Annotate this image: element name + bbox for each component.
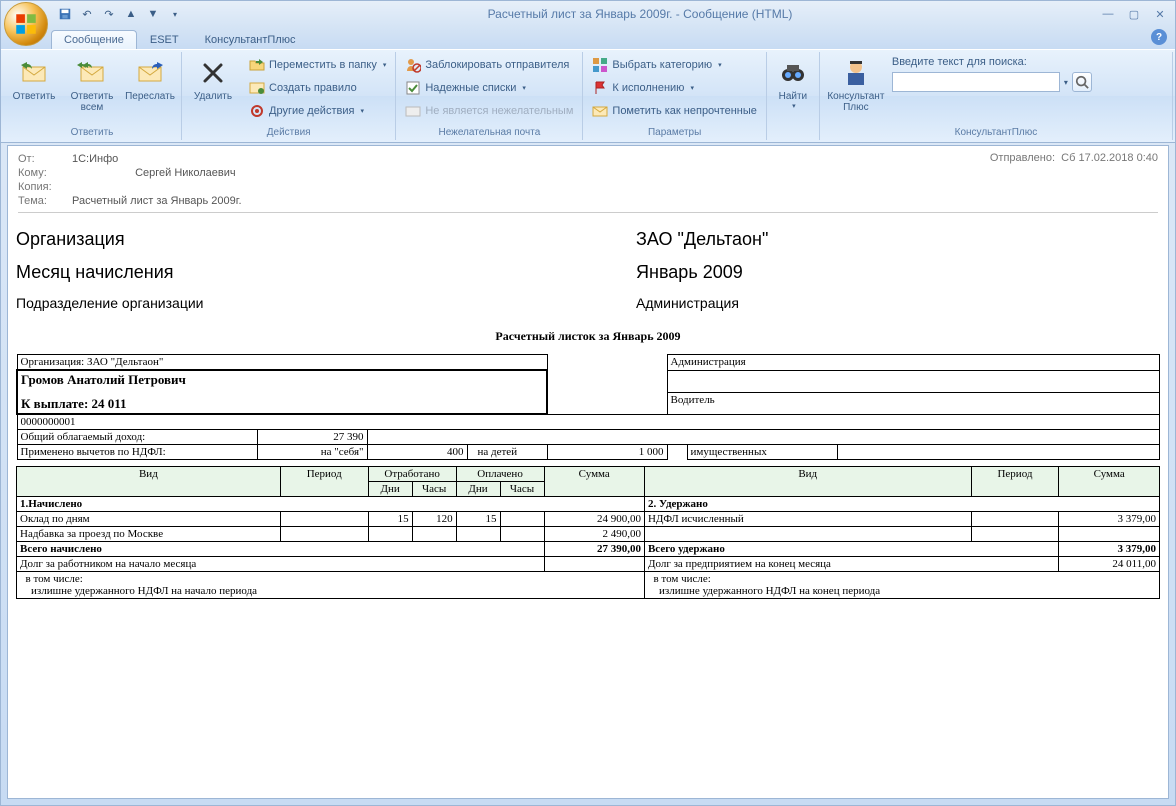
save-icon[interactable] <box>57 6 73 22</box>
payroll-table: Вид Период Отработано Оплачено Сумма Вид… <box>16 466 1160 599</box>
maximize-button[interactable]: ▢ <box>1123 6 1145 22</box>
not-junk-button: Не является нежелательным <box>400 100 578 122</box>
flag-icon <box>592 80 608 96</box>
search-label: Введите текст для поиска: <box>892 56 1092 68</box>
safe-lists-button[interactable]: Надежные списки▾ <box>400 77 578 99</box>
group-actions-title: Действия <box>186 125 391 140</box>
forward-icon <box>134 57 166 89</box>
window-title: Расчетный лист за Январь 2009г. - Сообще… <box>183 7 1097 21</box>
unread-icon <box>592 103 608 119</box>
ribbon: Ответить Ответить всем Переслать Ответит… <box>1 49 1175 143</box>
block-icon <box>405 57 421 73</box>
other-actions-button[interactable]: Другие действия▾ <box>244 100 391 122</box>
cc-label: Копия: <box>18 181 72 193</box>
tab-eset[interactable]: ESET <box>137 30 192 49</box>
reply-all-button[interactable]: Ответить всем <box>65 54 119 125</box>
search-input[interactable] <box>892 72 1060 92</box>
message-area: От:1С:Инфо Отправлено: Сб 17.02.2018 0:4… <box>7 145 1169 799</box>
undo-icon[interactable]: ↶ <box>79 6 95 22</box>
subject-label: Тема: <box>18 195 72 207</box>
to-value: Сергей Николаевич <box>135 167 236 179</box>
subject-value: Расчетный лист за Январь 2009г. <box>72 195 242 207</box>
category-icon <box>592 57 608 73</box>
consultant-button[interactable]: Консультант Плюс <box>824 54 888 125</box>
find-button[interactable]: Найти▾ <box>771 54 815 125</box>
reply-all-icon <box>76 57 108 89</box>
sent-value: Сб 17.02.2018 0:40 <box>1061 152 1158 164</box>
close-button[interactable]: ✕ <box>1149 6 1171 22</box>
title-bar: ↶ ↷ ▲ ▼ ▾ Расчетный лист за Январь 2009г… <box>1 1 1175 27</box>
reply-button[interactable]: Ответить <box>7 54 61 125</box>
followup-button[interactable]: К исполнению▾ <box>587 77 761 99</box>
mark-unread-button[interactable]: Пометить как непрочтенные <box>587 100 761 122</box>
select-category-button[interactable]: Выбрать категорию▾ <box>587 54 761 76</box>
consultant-icon <box>840 57 872 89</box>
create-rule-button[interactable]: Создать правило <box>244 77 391 99</box>
forward-button[interactable]: Переслать <box>123 54 177 125</box>
document-header: ОрганизацияЗАО "Дельтаон" Месяц начислен… <box>16 229 1160 311</box>
search-go-button[interactable] <box>1072 72 1092 92</box>
redo-icon[interactable]: ↷ <box>101 6 117 22</box>
reply-icon <box>18 57 50 89</box>
block-sender-button[interactable]: Заблокировать отправителя <box>400 54 578 76</box>
safe-list-icon <box>405 80 421 96</box>
search-dropdown-icon[interactable]: ▾ <box>1064 78 1068 87</box>
delete-icon <box>197 57 229 89</box>
message-headers: От:1С:Инфо Отправлено: Сб 17.02.2018 0:4… <box>8 146 1168 219</box>
qat-dropdown-icon[interactable]: ▾ <box>167 6 183 22</box>
group-consultant-title: КонсультантПлюс <box>824 125 1168 140</box>
binoculars-icon <box>777 57 809 89</box>
folder-move-icon <box>249 57 265 73</box>
ribbon-tabs: Сообщение ESET КонсультантПлюс ? <box>1 27 1175 49</box>
next-icon[interactable]: ▼ <box>145 6 161 22</box>
group-params-title: Параметры <box>587 125 761 140</box>
envelope-icon <box>405 103 421 119</box>
group-reply-title: Ответить <box>7 125 177 140</box>
info-table: Организация: ЗАО "Дельтаон" Администраци… <box>16 354 1160 460</box>
delete-button[interactable]: Удалить <box>186 54 240 125</box>
slip-title: Расчетный листок за Январь 2009 <box>16 329 1160 344</box>
help-button[interactable]: ? <box>1151 29 1167 45</box>
prev-icon[interactable]: ▲ <box>123 6 139 22</box>
from-label: От: <box>18 153 72 165</box>
office-button[interactable] <box>4 2 48 46</box>
group-junk-title: Нежелательная почта <box>400 125 578 140</box>
tab-message[interactable]: Сообщение <box>51 30 137 49</box>
move-to-folder-button[interactable]: Переместить в папку▾ <box>244 54 391 76</box>
gear-icon <box>249 103 265 119</box>
minimize-button[interactable]: — <box>1097 6 1119 22</box>
to-redacted <box>72 167 135 179</box>
from-value: 1С:Инфо <box>72 153 118 165</box>
rule-icon <box>249 80 265 96</box>
sent-label: Отправлено: <box>990 152 1055 164</box>
message-body[interactable]: ОрганизацияЗАО "Дельтаон" Месяц начислен… <box>8 219 1168 798</box>
tab-consultant[interactable]: КонсультантПлюс <box>192 30 309 49</box>
to-label: Кому: <box>18 167 72 179</box>
